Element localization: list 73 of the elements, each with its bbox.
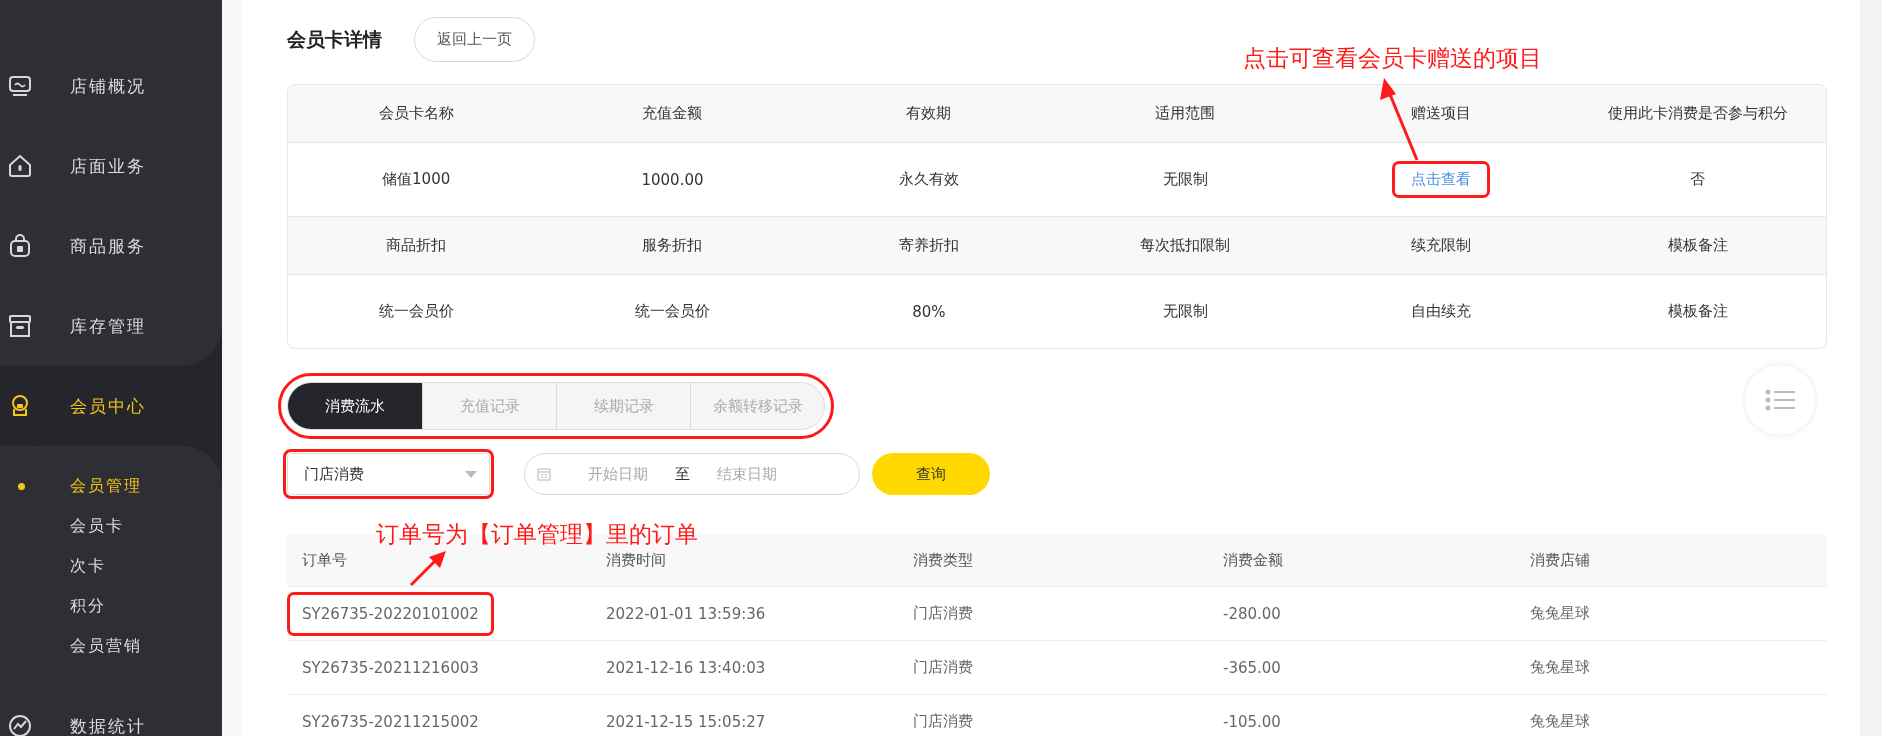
table-cell-text: 兔兔星球 xyxy=(1530,604,1591,623)
table-cell-text: 统一会员价 xyxy=(377,301,455,322)
record-tab[interactable]: 消费流水 xyxy=(288,383,422,429)
sidebar-item[interactable]: 店面业务 xyxy=(0,126,222,206)
table-cell-text: 无限制 xyxy=(1161,301,1209,322)
submenu-item[interactable]: 会员营销 xyxy=(0,626,222,666)
table-cell-text: SY26735-20211216003 xyxy=(301,657,480,679)
column-header: 赠送项目 xyxy=(1410,103,1473,124)
table-cell-text: SY26735-20211215002 xyxy=(301,711,480,733)
table-cell-text: 自由续充 xyxy=(1410,301,1473,322)
sidebar-item[interactable]: 商品服务 xyxy=(0,206,222,286)
table-cell-text: 否 xyxy=(1689,169,1707,190)
table-cell-text: 储值1000 xyxy=(381,169,452,190)
column-header: 每次抵扣限制 xyxy=(1139,235,1232,256)
table-cell-text: 80% xyxy=(911,301,947,323)
submenu-item[interactable]: 积分 xyxy=(0,586,222,626)
column-header: 商品折扣 xyxy=(385,235,448,256)
page-title: 会员卡详情 xyxy=(287,26,382,52)
submenu-item[interactable]: 会员管理 xyxy=(0,466,222,506)
table-cell-text: 模板备注 xyxy=(1666,301,1729,322)
table-cell-text: -280.00 xyxy=(1223,604,1282,623)
table-cell-text: 门店消费 xyxy=(913,604,974,623)
column-header: 消费时间 xyxy=(606,551,667,570)
query-button[interactable]: 查询 xyxy=(872,453,990,495)
caret-icon xyxy=(465,470,477,478)
range-separator: 至 xyxy=(675,464,690,484)
table-cell-text: 2022-01-01 13:59:36 xyxy=(606,604,767,623)
column-header: 会员卡名称 xyxy=(377,103,455,124)
annotation-arrow xyxy=(409,549,449,587)
chart-icon xyxy=(7,713,33,736)
submenu-item[interactable]: 会员卡 xyxy=(0,506,222,546)
table-cell-text: 兔兔星球 xyxy=(1530,658,1591,677)
table-cell-text: 门店消费 xyxy=(913,712,974,731)
selected-dot xyxy=(18,483,25,490)
monitor-icon xyxy=(7,73,33,99)
column-header: 消费店铺 xyxy=(1530,551,1591,570)
table-cell: SY26735-20220101002 xyxy=(290,594,491,633)
table-cell-text: 兔兔星球 xyxy=(1530,712,1591,731)
back-button[interactable]: 返回上一页 xyxy=(414,17,535,62)
column-header: 有效期 xyxy=(905,103,953,124)
sidebar-item[interactable]: 店铺概况 xyxy=(0,46,222,126)
column-header: 模板备注 xyxy=(1666,235,1729,256)
sidebar-item[interactable]: 库存管理 xyxy=(0,286,222,366)
table-cell-text: 统一会员价 xyxy=(634,301,711,322)
sidebar-item[interactable]: 数据统计 xyxy=(0,686,222,736)
bag-icon xyxy=(7,233,33,259)
column-header: 订单号 xyxy=(302,551,348,570)
column-header: 消费类型 xyxy=(913,551,974,570)
table-cell-text: 永久有效 xyxy=(897,169,960,190)
column-header: 充值金额 xyxy=(641,103,704,124)
table-cell-text: 2021-12-15 15:05:27 xyxy=(606,712,767,731)
end-date-input[interactable]: 结束日期 xyxy=(700,464,794,484)
submenu-item[interactable]: 次卡 xyxy=(0,546,222,586)
column-header: 消费金额 xyxy=(1223,551,1284,570)
column-header: 续充限制 xyxy=(1410,235,1473,256)
calendar-icon xyxy=(537,467,551,481)
column-header: 寄养折扣 xyxy=(897,235,960,256)
annotation-note: 订单号为【订单管理】里的订单 xyxy=(376,520,698,549)
table-cell-text: -365.00 xyxy=(1223,658,1282,677)
table-cell-text: -105.00 xyxy=(1223,712,1282,731)
house-icon xyxy=(7,153,33,179)
box-icon xyxy=(7,313,33,339)
view-link[interactable]: 点击查看 xyxy=(1395,164,1488,195)
annotation-note: 点击可查看会员卡赠送的项目 xyxy=(1243,44,1542,73)
column-header: 服务折扣 xyxy=(641,235,704,256)
table-cell-text: 2021-12-16 13:40:03 xyxy=(606,658,767,677)
table-cell-text: 门店消费 xyxy=(913,658,974,677)
column-header: 使用此卡消费是否参与积分 xyxy=(1606,103,1789,124)
table-cell-text: 无限制 xyxy=(1161,169,1209,190)
table-cell-text: 1000.00 xyxy=(640,169,705,191)
list-icon xyxy=(1765,389,1795,411)
start-date-input[interactable]: 开始日期 xyxy=(571,464,665,484)
column-header: 适用范围 xyxy=(1154,103,1217,124)
